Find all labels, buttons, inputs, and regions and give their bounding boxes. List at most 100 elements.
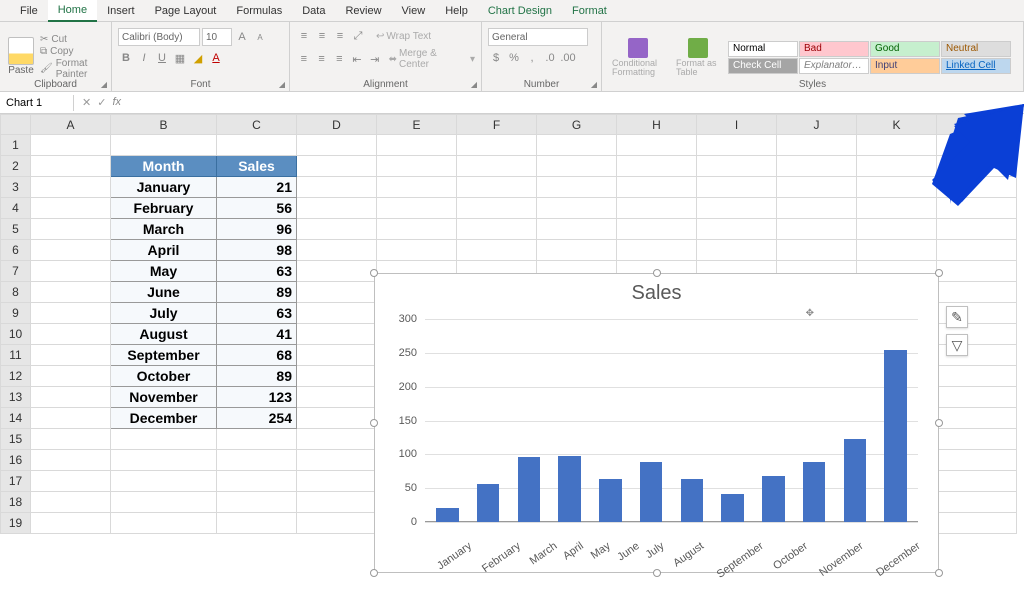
- cell[interactable]: [111, 492, 217, 513]
- cell[interactable]: [111, 471, 217, 492]
- cell[interactable]: [297, 324, 377, 345]
- cell[interactable]: [111, 135, 217, 156]
- cell[interactable]: [617, 198, 697, 219]
- cell[interactable]: [937, 387, 1017, 408]
- conditional-formatting-button[interactable]: Conditional Formatting: [608, 36, 668, 79]
- tab-format[interactable]: Format: [562, 1, 617, 21]
- percent-icon[interactable]: %: [506, 50, 522, 66]
- cell[interactable]: December: [111, 408, 217, 429]
- cell[interactable]: [377, 219, 457, 240]
- cell[interactable]: [31, 303, 111, 324]
- cell[interactable]: [111, 429, 217, 450]
- cell[interactable]: April: [111, 240, 217, 261]
- underline-button[interactable]: U: [154, 50, 170, 66]
- format-as-table-button[interactable]: Format as Table: [672, 36, 724, 79]
- cell[interactable]: [937, 513, 1017, 534]
- decrease-font-icon[interactable]: A: [252, 29, 268, 45]
- border-button[interactable]: ▦: [172, 50, 188, 66]
- cell[interactable]: [537, 156, 617, 177]
- cell[interactable]: Month: [111, 156, 217, 177]
- cell[interactable]: [857, 198, 937, 219]
- bar[interactable]: [477, 484, 499, 522]
- cell[interactable]: 96: [217, 219, 297, 240]
- cell[interactable]: [857, 219, 937, 240]
- cell[interactable]: [31, 387, 111, 408]
- column-header[interactable]: G: [537, 115, 617, 135]
- cell[interactable]: [937, 261, 1017, 282]
- align-center-icon[interactable]: ≡: [314, 51, 330, 67]
- italic-button[interactable]: I: [136, 50, 152, 66]
- wrap-text-button[interactable]: ↩Wrap Text: [376, 31, 431, 42]
- cell[interactable]: [937, 492, 1017, 513]
- row-header[interactable]: 17: [1, 471, 31, 492]
- cell[interactable]: [297, 471, 377, 492]
- resize-handle[interactable]: [935, 269, 943, 277]
- cell[interactable]: [111, 450, 217, 471]
- cell[interactable]: [297, 240, 377, 261]
- font-color-button[interactable]: A: [208, 50, 224, 66]
- cell[interactable]: [937, 240, 1017, 261]
- cell[interactable]: [777, 219, 857, 240]
- cell[interactable]: 63: [217, 303, 297, 324]
- cell[interactable]: [111, 513, 217, 534]
- cell[interactable]: [937, 366, 1017, 387]
- bar[interactable]: [721, 494, 743, 522]
- row-header[interactable]: 13: [1, 387, 31, 408]
- cell[interactable]: [857, 240, 937, 261]
- cell[interactable]: [617, 177, 697, 198]
- cell[interactable]: [697, 135, 777, 156]
- column-header[interactable]: E: [377, 115, 457, 135]
- cell[interactable]: [31, 471, 111, 492]
- cell[interactable]: [217, 492, 297, 513]
- cell[interactable]: [31, 156, 111, 177]
- bar[interactable]: [803, 462, 825, 522]
- cell[interactable]: [297, 366, 377, 387]
- style-cell[interactable]: Good: [870, 41, 940, 57]
- orientation-icon[interactable]: ⤢: [350, 28, 366, 44]
- column-header[interactable]: B: [111, 115, 217, 135]
- cell[interactable]: [31, 366, 111, 387]
- bar[interactable]: [762, 476, 784, 522]
- style-cell[interactable]: Neutral: [941, 41, 1011, 57]
- align-right-icon[interactable]: ≡: [331, 51, 347, 67]
- column-header[interactable]: L: [937, 115, 1017, 135]
- plot-area[interactable]: 050100150200250300: [425, 319, 918, 522]
- dialog-launcher-icon[interactable]: ◢: [101, 80, 107, 89]
- cell[interactable]: 68: [217, 345, 297, 366]
- row-header[interactable]: 12: [1, 366, 31, 387]
- cell[interactable]: [457, 177, 537, 198]
- chart-styles-button[interactable]: ✎: [946, 306, 968, 328]
- tab-home[interactable]: Home: [48, 0, 97, 22]
- cell[interactable]: [31, 450, 111, 471]
- cell[interactable]: [297, 408, 377, 429]
- cell[interactable]: February: [111, 198, 217, 219]
- row-header[interactable]: 6: [1, 240, 31, 261]
- cell[interactable]: [777, 177, 857, 198]
- chart-title[interactable]: Sales: [375, 274, 938, 309]
- cell[interactable]: [697, 240, 777, 261]
- row-header[interactable]: 15: [1, 429, 31, 450]
- cell[interactable]: [217, 450, 297, 471]
- fx-icon[interactable]: fx: [112, 96, 121, 109]
- cancel-icon[interactable]: ✕: [82, 96, 91, 109]
- indent-decrease-icon[interactable]: ⇤: [349, 51, 365, 67]
- cell[interactable]: [777, 240, 857, 261]
- cell[interactable]: [457, 135, 537, 156]
- cell[interactable]: [297, 198, 377, 219]
- cell[interactable]: [31, 513, 111, 534]
- cell[interactable]: [31, 429, 111, 450]
- cell[interactable]: May: [111, 261, 217, 282]
- cell[interactable]: July: [111, 303, 217, 324]
- row-header[interactable]: 16: [1, 450, 31, 471]
- row-header[interactable]: 19: [1, 513, 31, 534]
- bar[interactable]: [518, 457, 540, 522]
- cell[interactable]: [31, 282, 111, 303]
- cell[interactable]: 21: [217, 177, 297, 198]
- format-painter-button[interactable]: 🖌 Format Painter: [40, 58, 105, 80]
- column-header[interactable]: D: [297, 115, 377, 135]
- cell[interactable]: [457, 156, 537, 177]
- row-header[interactable]: 1: [1, 135, 31, 156]
- cell[interactable]: [297, 429, 377, 450]
- cell[interactable]: [31, 324, 111, 345]
- column-header[interactable]: I: [697, 115, 777, 135]
